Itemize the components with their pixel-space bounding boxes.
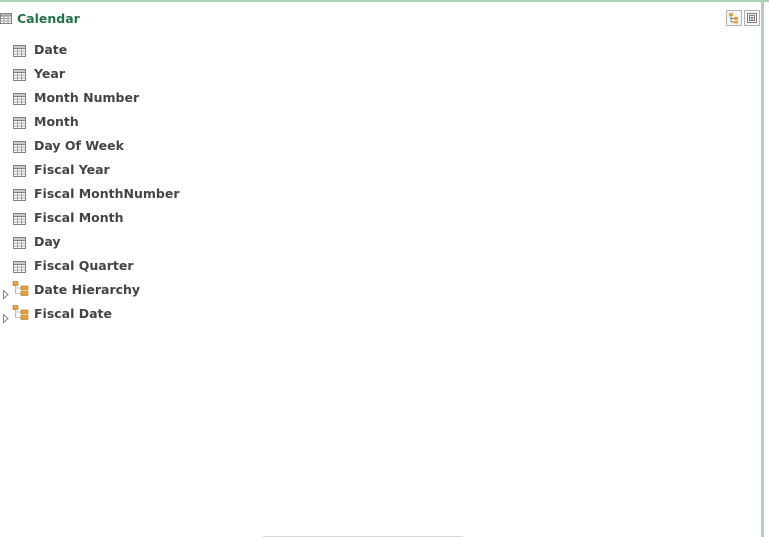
field-row-fiscal-quarter[interactable]: Fiscal Quarter xyxy=(0,253,300,277)
table-title: Calendar xyxy=(17,10,80,26)
field-label: Date Hierarchy xyxy=(34,281,141,297)
table-column-icon xyxy=(13,66,26,85)
field-row-fiscal-year[interactable]: Fiscal Year xyxy=(0,157,300,181)
table-icon xyxy=(0,12,12,24)
panel-border xyxy=(761,2,764,537)
field-row-fiscal-date[interactable]: Fiscal Date xyxy=(0,301,300,325)
table-column-icon xyxy=(13,90,26,109)
hierarchy-icon xyxy=(12,281,29,300)
table-column-icon xyxy=(13,42,26,61)
field-row-day-of-week[interactable]: Day Of Week xyxy=(0,133,300,157)
fit-view-button[interactable] xyxy=(744,10,760,26)
field-label: Month Number xyxy=(34,89,140,105)
field-label: Fiscal Year xyxy=(34,161,110,177)
field-row-day[interactable]: Day xyxy=(0,229,300,253)
hierarchy-view-button[interactable] xyxy=(726,10,742,26)
table-column-icon xyxy=(13,258,26,277)
calendar-table-panel: Calendar Date Year Month Number Month Da… xyxy=(0,0,769,537)
header-tools xyxy=(726,10,760,26)
table-column-icon xyxy=(13,234,26,253)
table-column-icon xyxy=(13,138,26,157)
table-column-icon xyxy=(13,162,26,181)
field-label: Fiscal Month xyxy=(34,209,124,225)
field-row-year[interactable]: Year xyxy=(0,61,300,85)
field-label: Day Of Week xyxy=(34,137,124,153)
field-label: Year xyxy=(34,65,65,81)
field-row-date-hierarchy[interactable]: Date Hierarchy xyxy=(0,277,300,301)
fit-view-icon xyxy=(747,13,757,23)
table-column-icon xyxy=(13,114,26,133)
field-label: Fiscal Quarter xyxy=(34,257,134,273)
expand-arrow-icon[interactable] xyxy=(3,308,9,327)
field-label: Day xyxy=(34,233,61,249)
table-header[interactable]: Calendar xyxy=(0,8,760,28)
hierarchy-view-icon xyxy=(729,13,738,24)
field-label: Fiscal Date xyxy=(34,305,113,321)
field-list: Date Year Month Number Month Day Of Week xyxy=(0,37,300,325)
field-row-fiscal-monthnumber[interactable]: Fiscal MonthNumber xyxy=(0,181,300,205)
field-row-date[interactable]: Date xyxy=(0,37,300,61)
field-row-month-number[interactable]: Month Number xyxy=(0,85,300,109)
table-column-icon xyxy=(13,186,26,205)
field-label: Date xyxy=(34,41,68,57)
field-row-month[interactable]: Month xyxy=(0,109,300,133)
field-row-fiscal-month[interactable]: Fiscal Month xyxy=(0,205,300,229)
hierarchy-icon xyxy=(12,305,29,324)
table-column-icon xyxy=(13,210,26,229)
field-label: Month xyxy=(34,113,79,129)
field-label: Fiscal MonthNumber xyxy=(34,185,180,201)
